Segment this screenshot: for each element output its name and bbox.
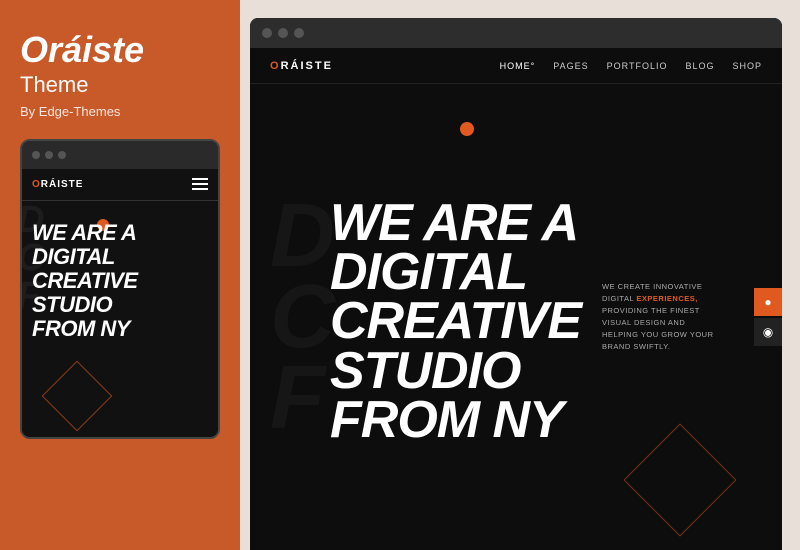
nav-link-pages[interactable]: PAGES [553,61,588,71]
desktop-side-buttons: ● ◉ [754,288,782,346]
mobile-dot-1 [32,151,40,159]
desktop-browser-bar [250,18,782,48]
mobile-diamond-decoration [42,360,113,431]
mobile-dot-2 [45,151,53,159]
right-panel: ORÁISTE HOME° PAGES PORTFOLIO BLOG SHOP … [240,0,800,550]
ghost-line-3: F [270,358,333,439]
mobile-hero-text: WE ARE ADIGITALCREATIVESTUDIOFROM NY [32,221,208,342]
search-icon: ● [764,295,771,309]
mobile-headline: WE ARE ADIGITALCREATIVESTUDIOFROM NY [32,221,208,342]
desktop-side-btn-cart[interactable]: ◉ [754,318,782,346]
desktop-tagline-text: WE CREATE INNOVATIVE DIGITAL EXPERIENCES… [602,281,722,353]
desktop-headline-container: WE ARE ADIGITALCREATIVESTUDIOFROM NY [330,114,581,530]
desktop-nav-links: HOME° PAGES PORTFOLIO BLOG SHOP [500,61,762,71]
theme-label: Theme [20,72,220,98]
desktop-side-description: WE CREATE INNOVATIVE DIGITAL EXPERIENCES… [602,281,722,353]
mobile-dot-3 [58,151,66,159]
theme-name: Oráiste [20,30,220,70]
ghost-line-2: C [270,277,333,358]
mobile-hamburger-icon[interactable] [192,178,208,190]
desktop-hero: D C F WE ARE ADIGITALCREATIVESTUDIOFROM … [250,84,782,550]
desktop-dot-3 [294,28,304,38]
mobile-hero: DCF WE ARE ADIGITALCREATIVESTUDIOFROM NY [22,201,218,439]
cart-icon: ◉ [763,325,773,339]
desktop-browser: ORÁISTE HOME° PAGES PORTFOLIO BLOG SHOP … [250,18,782,550]
desktop-nav: ORÁISTE HOME° PAGES PORTFOLIO BLOG SHOP [250,48,782,84]
nav-link-blog[interactable]: BLOG [685,61,714,71]
desktop-dot-1 [262,28,272,38]
ghost-line-1: D [270,196,333,277]
desktop-ghost-text: D C F [270,84,333,550]
desktop-dot-2 [278,28,288,38]
mobile-nav: ORÁISTE [22,169,218,201]
desktop-side-btn-search[interactable]: ● [754,288,782,316]
desktop-logo: ORÁISTE [270,60,333,72]
nav-link-portfolio[interactable]: PORTFOLIO [607,61,668,71]
mobile-browser-bar [22,141,218,169]
mobile-preview: ORÁISTE DCF WE ARE ADIGITALCREATIVESTUDI… [20,139,220,439]
nav-link-shop[interactable]: SHOP [732,61,762,71]
left-panel: Oráiste Theme By Edge-Themes ORÁISTE DCF [0,0,240,550]
mobile-logo: ORÁISTE [32,179,83,190]
desktop-headline: WE ARE ADIGITALCREATIVESTUDIOFROM NY [330,199,581,446]
desktop-diamond-decoration [623,423,736,536]
nav-link-home[interactable]: HOME° [500,61,536,71]
theme-author: By Edge-Themes [20,104,220,119]
